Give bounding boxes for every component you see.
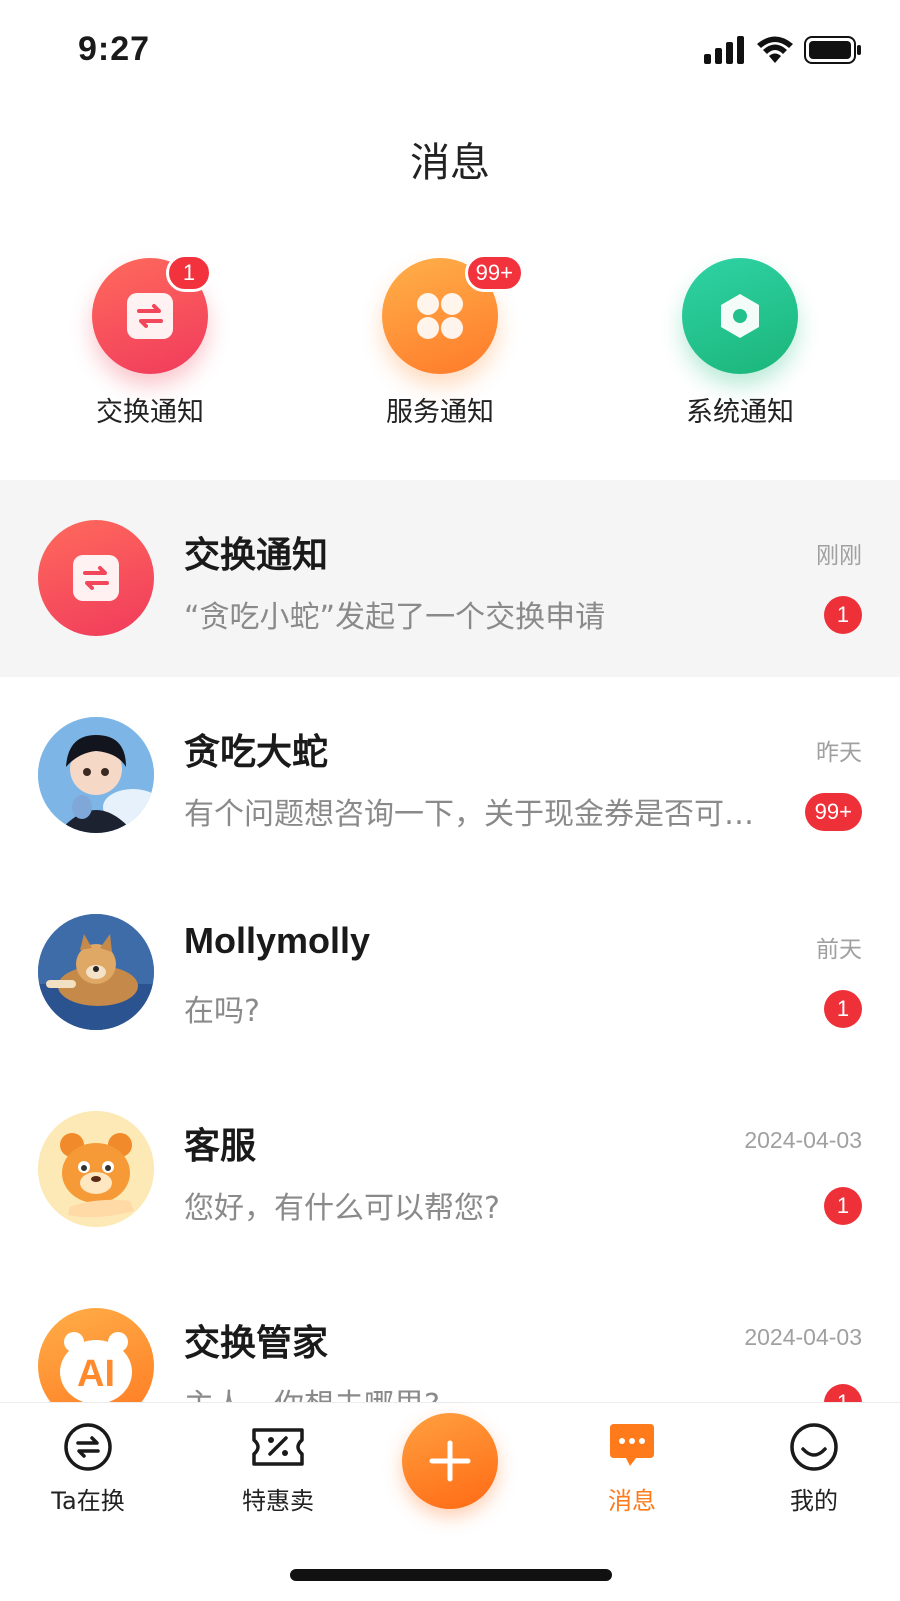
- battery-icon: [804, 36, 861, 64]
- list-item[interactable]: 交换通知 刚刚 “贪吃小蛇”发起了一个交换申请 1: [0, 480, 900, 677]
- shortcut-label: 服务通知: [386, 397, 494, 428]
- tab-label: 消息: [608, 1487, 656, 1515]
- add-button[interactable]: [402, 1413, 498, 1509]
- notification-badge: 99+: [464, 254, 524, 292]
- svg-text:AI: AI: [77, 1353, 115, 1395]
- home-indicator: [290, 1569, 612, 1581]
- signal-icon: [704, 36, 744, 64]
- chat-bubble-icon: [562, 1417, 702, 1477]
- unread-badge: 1: [824, 1384, 862, 1402]
- plus-icon: [429, 1440, 471, 1482]
- tab-label: Ta在换: [51, 1487, 125, 1515]
- unread-badge: 99+: [804, 793, 862, 831]
- grid-icon: [417, 293, 463, 339]
- message-preview: 主人，你想去哪里?: [184, 1380, 764, 1402]
- status-time: 9:27: [78, 30, 151, 68]
- exchange-icon: [127, 293, 173, 339]
- tab-label: 我的: [790, 1487, 838, 1515]
- smile-icon: [744, 1417, 884, 1477]
- tab-mine[interactable]: 我的: [744, 1417, 884, 1516]
- unread-badge: 1: [824, 1187, 862, 1225]
- list-item[interactable]: Mollymolly 前天 在吗? 1: [0, 874, 900, 1071]
- service-notice-icon-circle: 99+: [382, 254, 524, 374]
- list-item[interactable]: AI 交换管家 2024-04-03 主人，你想去哪里? 1: [0, 1268, 900, 1402]
- status-bar: 9:27: [0, 0, 900, 100]
- notification-shortcuts: 1 交换通知 99+ 服务通知 系统通知: [0, 254, 900, 429]
- message-time: 昨天: [816, 739, 862, 765]
- tab-messages[interactable]: 消息: [562, 1417, 702, 1516]
- contact-name: 客服: [184, 1126, 257, 1167]
- contact-name: 交换管家: [184, 1323, 329, 1364]
- tab-label: 特惠卖: [242, 1487, 314, 1515]
- unread-badge: 1: [824, 990, 862, 1028]
- contact-name: 贪吃大蛇: [184, 732, 329, 773]
- tab-ta-exchange[interactable]: Ta在换: [18, 1417, 158, 1516]
- list-item[interactable]: 客服 2024-04-03 您好，有什么可以帮您? 1: [0, 1071, 900, 1268]
- message-preview: “贪吃小蛇”发起了一个交换申请: [184, 600, 606, 635]
- wifi-icon: [757, 36, 793, 63]
- tab-special-sale[interactable]: 特惠卖: [208, 1417, 348, 1516]
- message-list: 交换通知 刚刚 “贪吃小蛇”发起了一个交换申请 1 贪吃大蛇 昨天 有个问题想咨…: [0, 480, 900, 1402]
- system-notice-icon-circle: [682, 258, 798, 374]
- message-time: 刚刚: [816, 542, 862, 568]
- shortcut-service-notice[interactable]: 99+ 服务通知: [340, 254, 540, 429]
- shortcut-label: 系统通知: [686, 397, 794, 428]
- exchange-icon: [38, 520, 154, 636]
- page-title: 消息: [410, 140, 490, 186]
- message-preview: 您好，有什么可以帮您?: [184, 1191, 500, 1226]
- anime-boy-avatar: [38, 717, 154, 833]
- notification-badge: 1: [166, 254, 212, 292]
- unread-badge: 1: [824, 596, 862, 634]
- message-preview: 有个问题想咨询一下，关于现金券是否可以退款: [184, 797, 754, 832]
- message-time: 2024-04-03: [744, 1324, 862, 1350]
- settings-hex-icon: [721, 294, 759, 338]
- shortcut-label: 交换通知: [96, 397, 204, 428]
- contact-name: 交换通知: [184, 535, 329, 576]
- shortcut-system-notice[interactable]: 系统通知: [640, 258, 840, 429]
- exchange-notice-icon-circle: 1: [92, 254, 212, 374]
- exchange-glyph-icon: [73, 555, 119, 601]
- exchange-circle-icon: [18, 1417, 158, 1477]
- dog-avatar: [38, 914, 154, 1030]
- list-item[interactable]: 贪吃大蛇 昨天 有个问题想咨询一下，关于现金券是否可以退款 99+: [0, 677, 900, 874]
- bear-mascot-avatar: [38, 1111, 154, 1227]
- message-time: 2024-04-03: [744, 1127, 862, 1153]
- contact-name: Mollymolly: [184, 920, 371, 961]
- message-time: 前天: [816, 936, 862, 962]
- ai-bear-avatar: AI: [38, 1308, 154, 1402]
- message-preview: 在吗?: [184, 994, 260, 1029]
- shortcut-exchange-notice[interactable]: 1 交换通知: [50, 254, 250, 429]
- status-icons: [704, 36, 862, 64]
- coupon-icon: [208, 1417, 348, 1477]
